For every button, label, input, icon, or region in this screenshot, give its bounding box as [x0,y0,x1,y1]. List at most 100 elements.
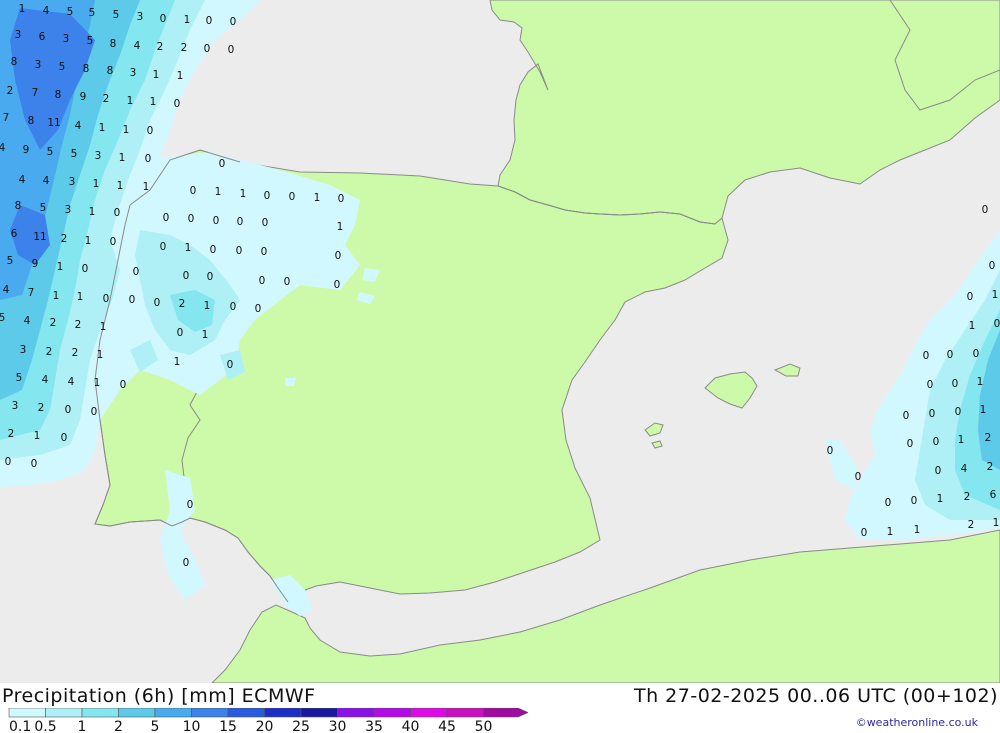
precip-value-label: 0 [174,98,181,110]
precip-value-label: 0 [204,43,211,55]
legend-swatch [300,708,338,718]
precip-value-label: 0 [967,291,974,303]
precip-value-label: 0 [994,318,1000,330]
precip-value-label: 0 [206,15,213,27]
legend-tick-label: 20 [256,719,274,732]
precip-value-label: 6 [990,489,997,501]
precip-value-label: 4 [134,40,141,52]
precip-value-label: 3 [130,67,137,79]
precip-value-label: 0 [929,408,936,420]
precip-value-label: 0 [213,215,220,227]
precip-value-label: 0 [955,406,962,418]
forecast-datetime: Th 27-02-2025 00..06 UTC (00+102) [633,685,998,707]
precip-value-label: 2 [968,519,975,531]
legend-tick-label: 50 [475,719,493,732]
precip-value-label: 1 [887,526,894,538]
legend-swatch [8,708,46,718]
precip-value-label: 5 [0,312,5,324]
precip-value-label: 8 [11,56,18,68]
precip-value-label: 0 [133,266,140,278]
precip-value-label: 0 [228,44,235,56]
precip-value-label: 0 [188,213,195,225]
precip-value-label: 1 [969,320,976,332]
precip-value-label: 1 [97,349,104,361]
precip-value-label: 4 [42,374,49,386]
precip-value-label: 1 [85,235,92,247]
precip-value-label: 9 [80,91,87,103]
precip-value-label: 0 [989,260,996,272]
precip-value-label: 0 [190,185,197,197]
legend-tick-label: 10 [183,719,201,732]
precip-value-label: 0 [927,379,934,391]
legend-tick-label: 0.5 [34,719,56,732]
precip-value-label: 0 [855,471,862,483]
precip-value-label: 0 [145,153,152,165]
precip-value-label: 0 [947,349,954,361]
precip-value-label: 5 [40,202,47,214]
precip-value-label: 5 [59,61,66,73]
precip-value-label: 0 [255,303,262,315]
precip-value-label: 0 [236,245,243,257]
footer-bar: Precipitation (6h) [mm] ECMWF Th 27-02-2… [0,683,1000,733]
precip-value-label: 2 [181,42,188,54]
legend-swatch [410,708,448,718]
legend-tick-label: 2 [114,719,123,732]
precip-value-label: 4 [0,142,6,154]
precip-value-label: 5 [71,148,78,160]
precip-value-label: 2 [7,85,14,97]
precip-value-label: 0 [973,348,980,360]
precip-value-label: 8 [15,200,22,212]
precip-value-label: 4 [19,174,26,186]
precip-value-label: 4 [43,175,50,187]
precip-value-label: 0 [129,294,136,306]
precip-value-label: 2 [987,461,994,473]
precip-value-label: 0 [259,275,266,287]
precip-value-label: 3 [20,344,27,356]
legend-swatch [191,708,229,718]
precip-value-label: 2 [50,317,57,329]
precip-value-label: 2 [8,428,15,440]
precip-value-label: 1 [123,124,130,136]
precip-value-label: 4 [43,5,50,17]
precip-value-label: 2 [179,298,186,310]
credit-link[interactable]: ©weatheronline.co.uk [856,716,978,729]
precip-value-label: 0 [110,236,117,248]
legend-swatch [446,708,484,718]
precip-value-label: 3 [137,11,144,23]
precip-value-label: 7 [3,112,10,124]
precip-value-label: 0 [114,207,121,219]
precip-value-label: 0 [61,432,68,444]
precip-value-label: 11 [33,231,46,243]
precip-value-label: 0 [82,263,89,275]
precip-value-label: 1 [240,188,247,200]
precip-value-label: 1 [77,291,84,303]
precip-value-label: 3 [95,150,102,162]
precip-value-label: 5 [67,6,74,18]
precip-value-label: 2 [157,41,164,53]
legend-swatch [118,708,156,718]
precip-value-label: 1 [202,329,209,341]
precip-value-label: 5 [89,7,96,19]
precip-value-label: 1 [153,69,160,81]
precip-value-label: 3 [15,29,22,41]
precip-value-label: 1 [937,493,944,505]
precip-value-label: 0 [230,301,237,313]
precip-value-label: 0 [335,250,342,262]
legend-tick-label: 45 [438,719,456,732]
legend-tick-label: 40 [402,719,420,732]
legend-tick-label: 15 [219,719,237,732]
precip-value-label: 0 [103,293,110,305]
precip-value-label: 1 [992,289,999,301]
precip-value-label: 1 [993,517,1000,529]
precip-value-label: 0 [160,13,167,25]
precip-value-label: 0 [183,270,190,282]
precip-value-label: 0 [907,438,914,450]
precip-value-label: 4 [3,284,10,296]
precip-value-label: 1 [99,122,106,134]
precip-value-label: 1 [57,261,64,273]
precip-value-label: 1 [958,434,965,446]
precip-value-label: 1 [215,186,222,198]
precip-value-label: 2 [985,432,992,444]
legend-ticks: 0.1 0.5 1 2 5 10 15 20 25 30 35 40 45 50 [9,719,492,732]
precip-value-label: 0 [334,279,341,291]
